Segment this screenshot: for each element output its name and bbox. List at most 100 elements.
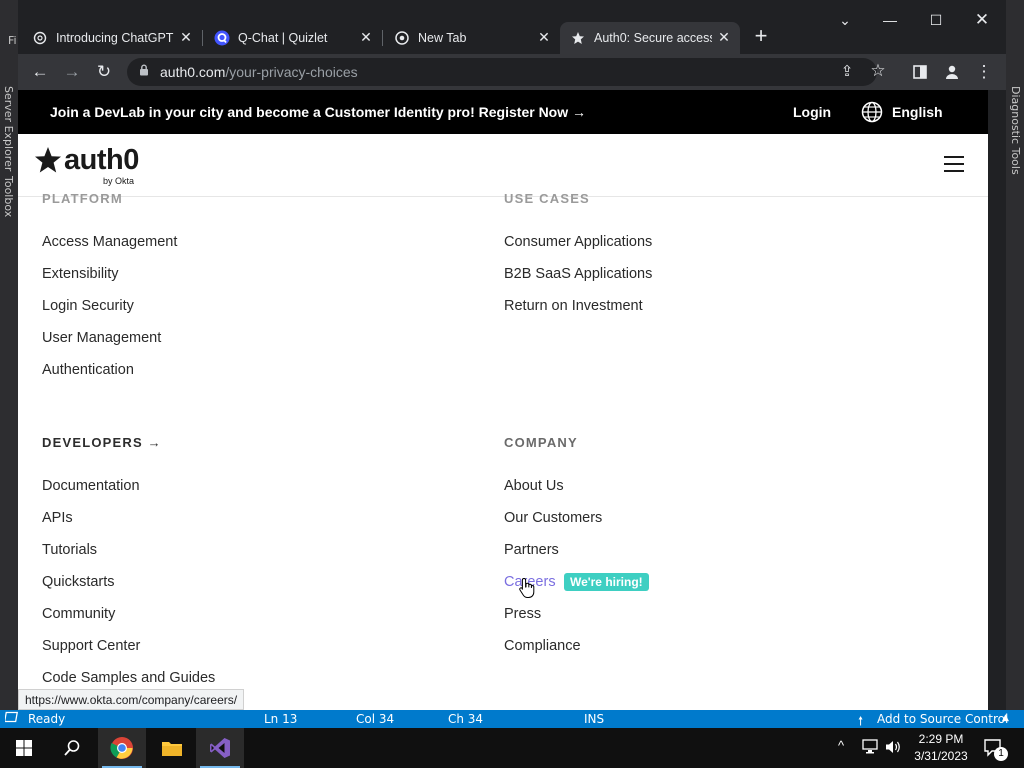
vs-menu-fragment: Fi bbox=[8, 34, 17, 47]
diagnostic-tools-tab[interactable]: Diagnostic Tools bbox=[1009, 86, 1022, 175]
tab-separator bbox=[382, 30, 383, 46]
url-domain: auth0.com bbox=[160, 64, 226, 80]
volume-icon[interactable] bbox=[884, 739, 902, 758]
lock-icon bbox=[139, 64, 149, 79]
site-header: auth0 by Okta bbox=[18, 134, 988, 197]
tab-chatgpt[interactable]: Introducing ChatGPT ✕ bbox=[22, 22, 203, 54]
developers-heading[interactable]: DEVELOPERS → bbox=[42, 435, 162, 450]
status-line: Ln 13 bbox=[264, 712, 298, 726]
link-partners[interactable]: Partners bbox=[504, 542, 559, 558]
visual-studio-icon[interactable] bbox=[196, 728, 244, 768]
minimize-icon[interactable]: — bbox=[878, 12, 902, 28]
notification-count-badge: 1 bbox=[994, 747, 1008, 761]
close-icon[interactable]: ✕ bbox=[178, 29, 194, 46]
link-access-management[interactable]: Access Management bbox=[42, 234, 177, 250]
auth0-icon bbox=[570, 30, 586, 46]
quizlet-icon bbox=[214, 30, 230, 46]
status-column: Col 34 bbox=[356, 712, 395, 726]
tray-overflow-icon[interactable]: ^ bbox=[838, 738, 844, 753]
link-compliance[interactable]: Compliance bbox=[504, 638, 581, 654]
tab-title: Q-Chat | Quizlet bbox=[238, 31, 328, 45]
side-panel-icon[interactable] bbox=[908, 60, 932, 84]
status-ready: Ready bbox=[28, 712, 66, 726]
link-extensibility[interactable]: Extensibility bbox=[42, 266, 119, 282]
browser-window: Introducing ChatGPT ✕ Q-Chat | Quizlet ✕… bbox=[18, 0, 1006, 710]
chrome-icon bbox=[394, 30, 410, 46]
vs-status-bar: Ready Ln 13 Col 34 Ch 34 INS 🠕 Add to So… bbox=[0, 710, 1024, 728]
hamburger-menu-icon[interactable] bbox=[944, 156, 964, 174]
link-authentication[interactable]: Authentication bbox=[42, 362, 134, 378]
register-now-link[interactable]: Register Now → bbox=[479, 104, 586, 120]
link-press[interactable]: Press bbox=[504, 606, 541, 622]
promo-banner: Join a DevLab in your city and become a … bbox=[18, 90, 988, 134]
status-char: Ch 34 bbox=[448, 712, 484, 726]
hiring-badge: We're hiring! bbox=[564, 573, 649, 591]
close-icon[interactable]: ✕ bbox=[716, 29, 732, 46]
vs-right-panel: Diagnostic Tools bbox=[1006, 0, 1024, 710]
openai-icon bbox=[32, 30, 48, 46]
link-tutorials[interactable]: Tutorials bbox=[42, 542, 97, 558]
link-b2b-saas[interactable]: B2B SaaS Applications bbox=[504, 266, 652, 282]
link-documentation[interactable]: Documentation bbox=[42, 478, 140, 494]
network-icon[interactable] bbox=[862, 739, 880, 758]
clock-date[interactable]: 3/31/2023 bbox=[913, 749, 969, 763]
menu-dots-icon[interactable]: ⋮ bbox=[972, 60, 996, 84]
reload-icon[interactable]: ↻ bbox=[92, 60, 116, 84]
status-ins: INS bbox=[584, 712, 605, 726]
close-window-icon[interactable]: ✕ bbox=[970, 10, 994, 30]
logo-wordmark: auth0 bbox=[64, 144, 139, 176]
link-community[interactable]: Community bbox=[42, 606, 115, 622]
search-icon[interactable] bbox=[48, 728, 96, 768]
link-support-center[interactable]: Support Center bbox=[42, 638, 140, 654]
link-consumer-applications[interactable]: Consumer Applications bbox=[504, 234, 652, 250]
tab-separator bbox=[202, 30, 203, 46]
tab-search-icon[interactable]: ⌄ bbox=[833, 12, 857, 29]
hand-cursor-icon bbox=[519, 577, 535, 598]
tab-title: Introducing ChatGPT bbox=[56, 31, 174, 45]
file-explorer-icon[interactable] bbox=[148, 728, 196, 768]
tab-title: New Tab bbox=[418, 31, 467, 45]
server-explorer-tab[interactable]: Server Explorer bbox=[2, 86, 15, 171]
platform-heading: PLATFORM bbox=[42, 191, 123, 206]
bookmark-star-icon[interactable]: ☆ bbox=[867, 59, 889, 83]
close-icon[interactable]: ✕ bbox=[536, 29, 552, 46]
link-login-security[interactable]: Login Security bbox=[42, 298, 134, 314]
web-page: Join a DevLab in your city and become a … bbox=[18, 90, 988, 710]
login-link[interactable]: Login bbox=[793, 104, 831, 120]
tab-strip: Introducing ChatGPT ✕ Q-Chat | Quizlet ✕… bbox=[18, 0, 1006, 54]
auth0-logo[interactable]: auth0 by Okta bbox=[34, 144, 144, 188]
logo-byline: by Okta bbox=[103, 176, 135, 186]
tab-new-tab[interactable]: New Tab ✕ bbox=[384, 22, 560, 54]
url-text: auth0.com/your-privacy-choices bbox=[160, 64, 358, 80]
language-selector[interactable]: English bbox=[892, 104, 943, 120]
link-preview-status: https://www.okta.com/company/careers/ bbox=[18, 689, 245, 710]
link-apis[interactable]: APIs bbox=[42, 510, 73, 526]
link-our-customers[interactable]: Our Customers bbox=[504, 510, 602, 526]
globe-icon[interactable] bbox=[861, 101, 883, 123]
tab-auth0[interactable]: Auth0: Secure access ✕ bbox=[560, 22, 740, 54]
url-path: /your-privacy-choices bbox=[225, 64, 358, 80]
back-icon[interactable]: ← bbox=[28, 60, 52, 84]
tab-quizlet[interactable]: Q-Chat | Quizlet ✕ bbox=[204, 22, 383, 54]
toolbox-tab[interactable]: Toolbox bbox=[2, 176, 15, 217]
address-bar[interactable]: auth0.com/your-privacy-choices ⇪ ☆ bbox=[127, 58, 886, 86]
new-tab-button[interactable]: + bbox=[749, 24, 773, 48]
share-icon[interactable]: ⇪ bbox=[835, 60, 859, 84]
link-code-samples[interactable]: Code Samples and Guides bbox=[42, 670, 215, 686]
clock-time[interactable]: 2:29 PM bbox=[915, 732, 967, 746]
maximize-icon[interactable]: ☐ bbox=[924, 12, 948, 29]
profile-icon[interactable] bbox=[940, 60, 964, 84]
link-about-us[interactable]: About Us bbox=[504, 478, 564, 494]
windows-start-icon[interactable] bbox=[0, 728, 48, 768]
link-return-on-investment[interactable]: Return on Investment bbox=[504, 298, 643, 314]
banner-text: Join a DevLab in your city and become a … bbox=[50, 104, 475, 120]
close-icon[interactable]: ✕ bbox=[358, 29, 374, 46]
chrome-taskbar-icon[interactable] bbox=[98, 728, 146, 768]
use-cases-heading: USE CASES bbox=[504, 191, 590, 206]
status-square-icon bbox=[3, 711, 19, 726]
vs-left-panel: Fi Server Explorer Toolbox bbox=[0, 0, 18, 710]
link-quickstarts[interactable]: Quickstarts bbox=[42, 574, 115, 590]
link-user-management[interactable]: User Management bbox=[42, 330, 161, 346]
forward-icon[interactable]: → bbox=[60, 60, 84, 84]
add-to-source-control[interactable]: Add to Source Control bbox=[877, 712, 1008, 726]
